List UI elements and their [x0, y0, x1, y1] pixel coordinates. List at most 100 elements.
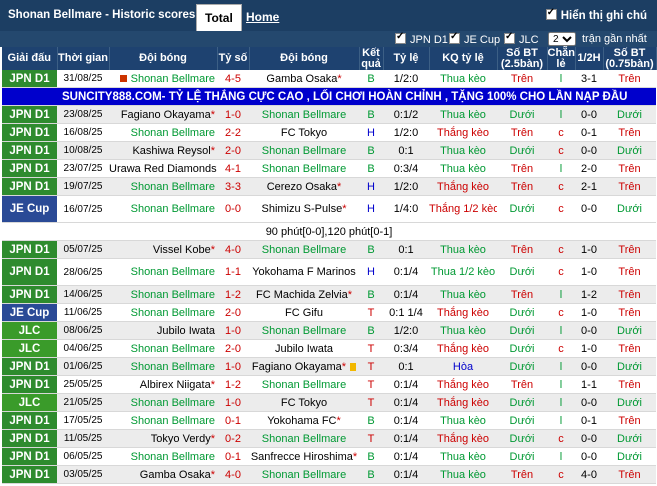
- team-name[interactable]: Gamba Osaka: [140, 469, 211, 481]
- home-team[interactable]: Shonan Bellmare: [109, 393, 217, 412]
- team-name[interactable]: Shonan Bellmare: [262, 109, 346, 121]
- match-count-select[interactable]: 20: [548, 32, 576, 46]
- away-team[interactable]: FC Tokyo: [249, 393, 359, 412]
- table-row[interactable]: JLC 04/06/25 Shonan Bellmare 2-0 Jubilo Iwat…: [2, 339, 656, 358]
- home-team[interactable]: Shonan Bellmare: [109, 357, 217, 376]
- away-team[interactable]: Shonan Bellmare: [249, 159, 359, 178]
- team-name[interactable]: Shimizu S-Pulse: [262, 203, 343, 215]
- home-team[interactable]: Shonan Bellmare: [109, 447, 217, 466]
- home-team[interactable]: Vissel Kobe*: [109, 240, 217, 259]
- table-row[interactable]: JPN D1 16/08/25 Shonan Bellmare 2-2 FC Tokyo…: [2, 123, 656, 142]
- table-row[interactable]: JPN D1 11/05/25 Tokyo Verdy* 0-2 Shonan Bell…: [2, 429, 656, 448]
- table-row[interactable]: JE Cup 11/06/25 Shonan Bellmare 2-0 FC Gifu T…: [2, 303, 656, 322]
- away-team[interactable]: Shonan Bellmare: [249, 375, 359, 394]
- home-team[interactable]: Jubilo Iwata: [109, 321, 217, 340]
- tab-home[interactable]: Home: [238, 4, 287, 31]
- table-row[interactable]: JPN D1 31/08/25 Shonan Bellmare 4-5 Gamba Os…: [2, 70, 656, 88]
- team-name[interactable]: Albirex Niigata: [140, 379, 211, 391]
- table-row[interactable]: JPN D1 17/05/25 Shonan Bellmare 0-1 Yokohama…: [2, 411, 656, 430]
- table-row[interactable]: JPN D1 14/06/25 Shonan Bellmare 1-2 FC Machi…: [2, 285, 656, 304]
- ad-text[interactable]: SUNCITY888.COM- TỶ LỆ THẮNG CỰC CAO , LỐ…: [2, 87, 656, 106]
- home-team[interactable]: Shonan Bellmare: [109, 285, 217, 304]
- home-team[interactable]: Shonan Bellmare: [109, 177, 217, 196]
- home-team[interactable]: Shonan Bellmare: [109, 258, 217, 286]
- home-team[interactable]: Shonan Bellmare: [109, 70, 217, 88]
- team-name[interactable]: Shonan Bellmare: [262, 145, 346, 157]
- tab-total[interactable]: Total: [196, 4, 242, 31]
- team-name[interactable]: FC Tokyo: [281, 127, 327, 139]
- team-name[interactable]: Shonan Bellmare: [131, 397, 215, 409]
- team-name[interactable]: FC Gifu: [285, 307, 323, 319]
- team-name[interactable]: Shonan Bellmare: [131, 127, 215, 139]
- away-team[interactable]: Yokohama F Marinos: [249, 258, 359, 286]
- home-team[interactable]: Gamba Osaka*: [109, 465, 217, 484]
- home-team[interactable]: Fagiano Okayama*: [109, 105, 217, 124]
- team-name[interactable]: Shonan Bellmare: [262, 325, 346, 337]
- team-name[interactable]: Cerezo Osaka: [267, 181, 337, 193]
- home-team[interactable]: Albirex Niigata*: [109, 375, 217, 394]
- show-notes-toggle[interactable]: Hiển thị ghi chú: [545, 7, 647, 22]
- away-team[interactable]: Shimizu S-Pulse*: [249, 195, 359, 223]
- filter-jpn-d1[interactable]: JPN D1: [395, 31, 448, 46]
- table-row[interactable]: JE Cup 16/07/25 Shonan Bellmare 0-0 Shimizu …: [2, 195, 656, 223]
- team-name[interactable]: Tokyo Verdy: [151, 433, 211, 445]
- team-name[interactable]: Vissel Kobe: [153, 244, 211, 256]
- team-name[interactable]: Shonan Bellmare: [131, 451, 215, 463]
- checkbox-icon[interactable]: [449, 31, 460, 44]
- away-team[interactable]: Gamba Osaka*: [249, 70, 359, 88]
- team-name[interactable]: Yokohama F Marinos: [252, 266, 356, 278]
- team-name[interactable]: Shonan Bellmare: [131, 289, 215, 301]
- team-name[interactable]: Yokohama FC: [267, 415, 336, 427]
- team-name[interactable]: Shonan Bellmare: [262, 379, 346, 391]
- team-name[interactable]: FC Tokyo: [281, 397, 327, 409]
- home-team[interactable]: Shonan Bellmare: [109, 303, 217, 322]
- away-team[interactable]: Shonan Bellmare: [249, 141, 359, 160]
- table-row[interactable]: JPN D1 03/05/25 Gamba Osaka* 4-0 Shonan Bell…: [2, 465, 656, 484]
- table-row[interactable]: JPN D1 06/05/25 Shonan Bellmare 0-1 Sanfrecc…: [2, 447, 656, 466]
- away-team[interactable]: Shonan Bellmare: [249, 321, 359, 340]
- team-name[interactable]: FC Machida Zelvia: [256, 289, 348, 301]
- table-row[interactable]: JLC 08/06/25 Jubilo Iwata 1-0 Shonan Bellmar…: [2, 321, 656, 340]
- table-row[interactable]: JPN D1 28/06/25 Shonan Bellmare 1-1 Yokohama…: [2, 258, 656, 286]
- filter-jlc[interactable]: JLC: [504, 31, 539, 46]
- team-name[interactable]: Shonan Bellmare: [131, 415, 215, 427]
- home-team[interactable]: Shonan Bellmare: [109, 123, 217, 142]
- away-team[interactable]: FC Gifu: [249, 303, 359, 322]
- table-row[interactable]: JPN D1 10/08/25 Kashiwa Reysol* 2-0 Shonan B…: [2, 141, 656, 160]
- away-team[interactable]: Shonan Bellmare: [249, 429, 359, 448]
- away-team[interactable]: Shonan Bellmare: [249, 240, 359, 259]
- team-name[interactable]: Sanfrecce Hiroshima: [251, 451, 353, 463]
- team-name[interactable]: Jubilo Iwata: [157, 325, 215, 337]
- filter-je-cup[interactable]: JE Cup: [449, 31, 500, 46]
- team-name[interactable]: Gamba Osaka: [266, 73, 337, 85]
- team-name[interactable]: Shonan Bellmare: [131, 343, 215, 355]
- team-name[interactable]: Shonan Bellmare: [131, 73, 215, 85]
- home-team[interactable]: Kashiwa Reysol*: [109, 141, 217, 160]
- team-name[interactable]: Shonan Bellmare: [262, 244, 346, 256]
- table-row[interactable]: JPN D1 23/07/25 Urawa Red Diamonds* 4-1 Shon…: [2, 159, 656, 178]
- table-row[interactable]: JPN D1 01/06/25 Shonan Bellmare 1-0 Fagiano …: [2, 357, 656, 376]
- home-team[interactable]: Urawa Red Diamonds*: [109, 159, 217, 178]
- team-name[interactable]: Shonan Bellmare: [262, 469, 346, 481]
- table-row[interactable]: JLC 21/05/25 Shonan Bellmare 1-0 FC Tokyo T 0:…: [2, 393, 656, 412]
- away-team[interactable]: Cerezo Osaka*: [249, 177, 359, 196]
- away-team[interactable]: Sanfrecce Hiroshima*: [249, 447, 359, 466]
- table-row[interactable]: JPN D1 25/05/25 Albirex Niigata* 1-2 Shonan …: [2, 375, 656, 394]
- ad-banner[interactable]: SUNCITY888.COM- TỶ LỆ THẮNG CỰC CAO , LỐ…: [2, 87, 656, 106]
- team-name[interactable]: Urawa Red Diamonds: [109, 163, 217, 175]
- home-team[interactable]: Tokyo Verdy*: [109, 429, 217, 448]
- home-team[interactable]: Shonan Bellmare: [109, 339, 217, 358]
- away-team[interactable]: FC Tokyo: [249, 123, 359, 142]
- checkbox-icon[interactable]: [545, 7, 557, 20]
- table-row[interactable]: JPN D1 19/07/25 Shonan Bellmare 3-3 Cerezo O…: [2, 177, 656, 196]
- away-team[interactable]: Fagiano Okayama*: [249, 357, 359, 376]
- team-name[interactable]: Kashiwa Reysol: [132, 145, 210, 157]
- team-name[interactable]: Shonan Bellmare: [131, 266, 215, 278]
- home-team[interactable]: Shonan Bellmare: [109, 195, 217, 223]
- team-name[interactable]: Shonan Bellmare: [131, 181, 215, 193]
- team-name[interactable]: Shonan Bellmare: [131, 203, 215, 215]
- away-team[interactable]: Jubilo Iwata: [249, 339, 359, 358]
- table-row[interactable]: JPN D1 05/07/25 Vissel Kobe* 4-0 Shonan Bell…: [2, 240, 656, 259]
- team-name[interactable]: Shonan Bellmare: [262, 433, 346, 445]
- away-team[interactable]: Yokohama FC*: [249, 411, 359, 430]
